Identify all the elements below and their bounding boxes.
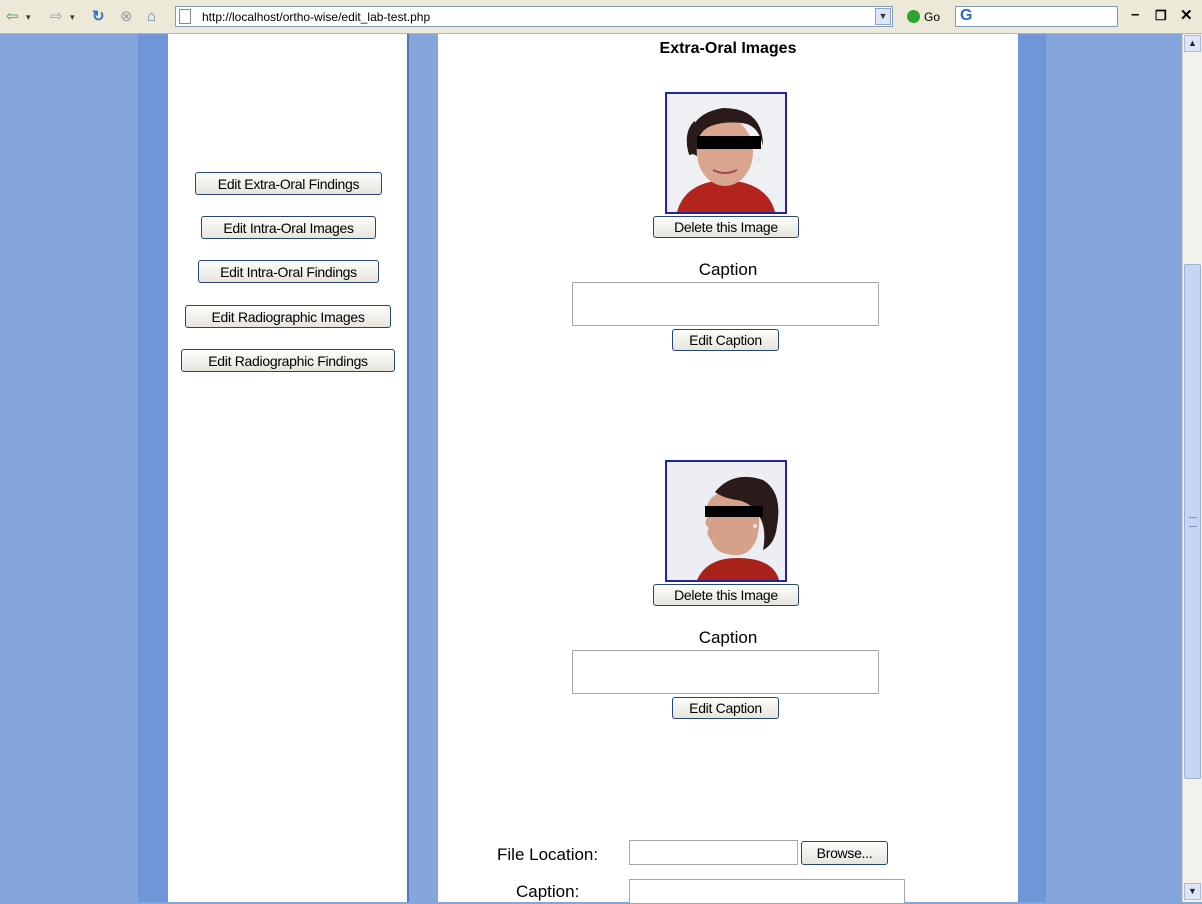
home-icon[interactable]: ⌂ (147, 8, 156, 26)
refresh-icon[interactable]: ↻ (92, 8, 105, 26)
edit-radiographic-images-button[interactable]: Edit Radiographic Images (185, 305, 391, 328)
delete-image-button[interactable]: Delete this Image (653, 216, 799, 238)
scroll-up-icon[interactable]: ▲ (1184, 35, 1201, 52)
close-icon[interactable]: ✕ (1180, 6, 1193, 24)
edit-caption-button[interactable]: Edit Caption (672, 697, 779, 719)
file-location-label: File Location: (497, 845, 599, 864)
left-stripe (138, 34, 168, 902)
google-logo: G (960, 7, 973, 24)
minimize-icon[interactable]: – (1131, 6, 1139, 23)
caption-label: Caption (698, 260, 758, 279)
edit-radiographic-findings-button[interactable]: Edit Radiographic Findings (181, 349, 395, 372)
go-button[interactable]: Go (907, 10, 940, 24)
browse-button[interactable]: Browse... (801, 841, 888, 865)
google-search-box[interactable]: G (955, 6, 1118, 27)
forward-arrow-icon[interactable]: ⇨ (50, 8, 63, 26)
page-title: Extra-Oral Images (659, 40, 797, 57)
go-icon (907, 10, 920, 23)
extra-oral-image-frontal (665, 92, 787, 214)
scroll-down-icon[interactable]: ▼ (1184, 883, 1201, 900)
address-bar[interactable]: http://localhost/ortho-wise/edit_lab-tes… (175, 6, 893, 27)
caption-label: Caption (698, 628, 758, 647)
vertical-scrollbar[interactable]: ▲ ▼ (1182, 34, 1202, 902)
address-dropdown-icon[interactable]: ▼ (875, 8, 891, 25)
address-url: http://localhost/ortho-wise/edit_lab-tes… (202, 10, 431, 24)
page-background-right (1046, 34, 1182, 902)
page-background-left (0, 34, 138, 902)
go-label: Go (924, 10, 941, 24)
back-dropdown-icon[interactable]: ▾ (26, 8, 31, 26)
upload-caption-input[interactable] (629, 879, 905, 904)
center-gap (409, 34, 438, 902)
edit-intra-oral-findings-button[interactable]: Edit Intra-Oral Findings (198, 260, 379, 283)
stop-icon[interactable]: ⊗ (120, 8, 133, 26)
right-stripe (1018, 34, 1046, 902)
restore-icon[interactable]: ❐ (1155, 8, 1167, 24)
scrollbar-thumb[interactable] (1184, 264, 1201, 779)
edit-extra-oral-findings-button[interactable]: Edit Extra-Oral Findings (195, 172, 382, 195)
page-icon (179, 9, 191, 24)
scrollbar-grip (1189, 517, 1197, 527)
back-arrow-icon[interactable]: ⇦ (6, 8, 19, 26)
caption-field[interactable] (572, 282, 879, 326)
main-content: Extra-Oral Images Delete this Image Capt… (438, 34, 1018, 904)
caption-field[interactable] (572, 650, 879, 694)
extra-oral-image-profile (665, 460, 787, 582)
file-location-input[interactable] (629, 840, 798, 865)
delete-image-button[interactable]: Delete this Image (653, 584, 799, 606)
upload-caption-label: Caption: (516, 882, 580, 901)
forward-dropdown-icon[interactable]: ▾ (70, 8, 75, 26)
sidebar: Edit Extra-Oral Findings Edit Intra-Oral… (168, 34, 409, 902)
browser-toolbar: ⇦ ▾ ⇨ ▾ ↻ ⊗ ⌂ http://localhost/ortho-wis… (0, 0, 1202, 34)
edit-intra-oral-images-button[interactable]: Edit Intra-Oral Images (201, 216, 376, 239)
edit-caption-button[interactable]: Edit Caption (672, 329, 779, 351)
